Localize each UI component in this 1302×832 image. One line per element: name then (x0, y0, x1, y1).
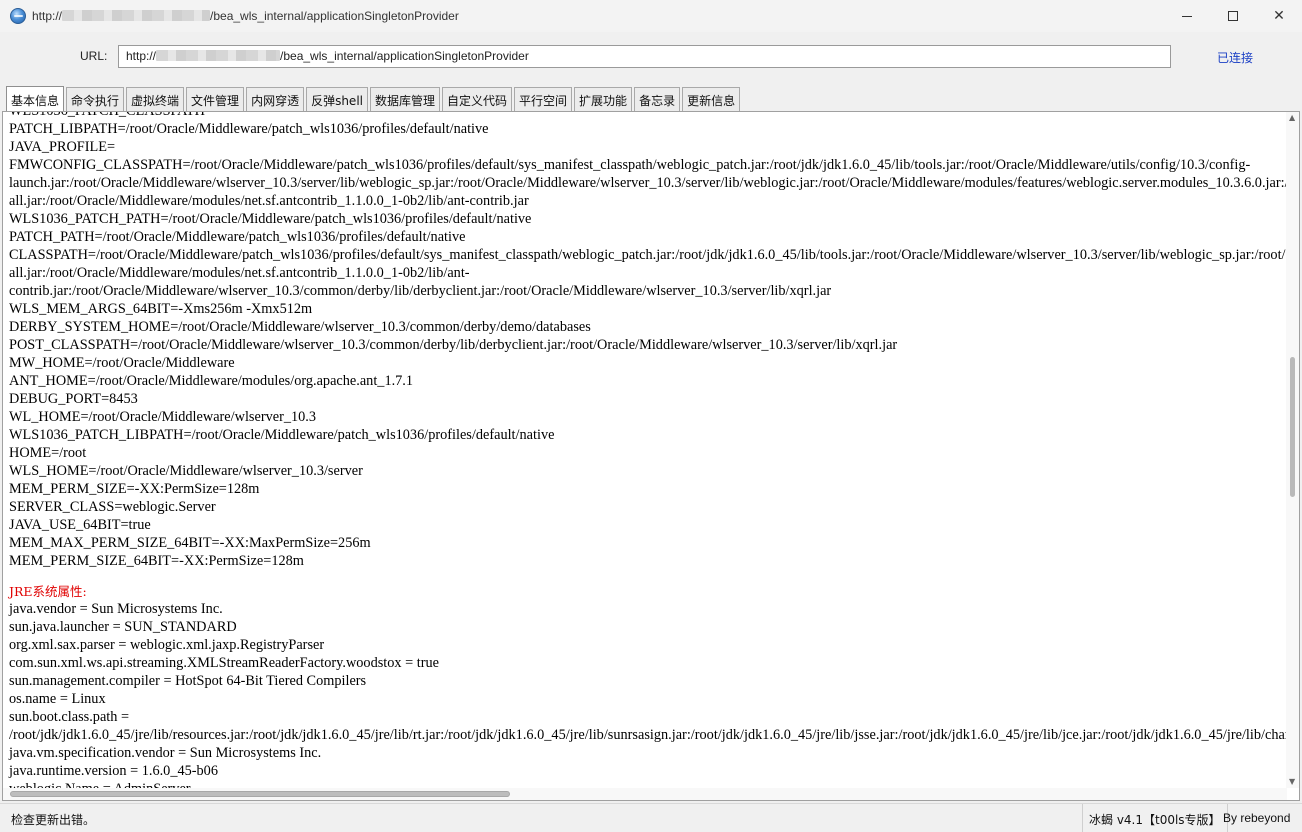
env-line: POST_CLASSPATH=/root/Oracle/Middleware/w… (9, 337, 898, 353)
connection-status: 已连接 (1217, 51, 1254, 65)
env-line: JAVA_USE_64BIT=true (9, 517, 151, 533)
env-line: FMWCONFIG_CLASSPATH=/root/Oracle/Middlew… (9, 157, 1251, 173)
tab-1[interactable]: 命令执行 (66, 87, 125, 111)
env-line: all.jar:/root/Oracle/Middleware/modules/… (9, 193, 529, 209)
jre-line: java.runtime.version = 1.6.0_45-b06 (9, 763, 218, 779)
env-line: MW_HOME=/root/Oracle/Middleware (9, 355, 235, 371)
env-line: ANT_HOME=/root/Oracle/Middleware/modules… (9, 373, 414, 389)
jre-line: java.vm.specification.vendor = Sun Micro… (9, 745, 322, 761)
version-label: 冰蝎 v4.1【t00ls专版】 (1082, 804, 1228, 832)
env-line: HOME=/root (9, 445, 87, 461)
window-title: http:// /bea_wls_internal/applicationSing… (32, 9, 459, 23)
scroll-up-icon[interactable]: ▲ (1289, 114, 1295, 122)
jre-line: java.vendor = Sun Microsystems Inc. (9, 601, 223, 617)
title-bar: http:// /bea_wls_internal/applicationSing… (0, 0, 1302, 32)
env-line: WLS1036_PATCH_LIBPATH=/root/Oracle/Middl… (9, 427, 555, 443)
env-line: PATCH_PATH=/root/Oracle/Middleware/patch… (9, 229, 466, 245)
tab-8[interactable]: 平行空间 (514, 87, 573, 111)
tab-9[interactable]: 扩展功能 (574, 87, 633, 111)
horizontal-scroll-thumb[interactable] (10, 791, 510, 797)
globe-icon (10, 8, 26, 24)
env-line: PATCH_LIBPATH=/root/Oracle/Middleware/pa… (9, 121, 489, 137)
tab-2[interactable]: 虚拟终端 (126, 87, 185, 111)
info-text[interactable]: WLS1036_PATCH_CLASSPATH= PATCH_LIBPATH=/r… (3, 111, 1287, 790)
tab-5[interactable]: 反弹shell (306, 87, 368, 111)
env-line: MEM_MAX_PERM_SIZE_64BIT=-XX:MaxPermSize=… (9, 535, 371, 551)
env-line: DEBUG_PORT=8453 (9, 391, 138, 407)
jre-line: sun.java.launcher = SUN_STANDARD (9, 619, 237, 635)
url-label: URL: (80, 49, 108, 63)
status-bar: 检查更新出错。 冰蝎 v4.1【t00ls专版】 By rebeyond (0, 803, 1302, 832)
close-button[interactable]: ✕ (1256, 0, 1302, 32)
window-title-prefix: http:// (32, 9, 63, 23)
tab-10[interactable]: 备忘录 (634, 87, 681, 111)
close-icon: ✕ (1273, 8, 1285, 24)
minimize-icon (1182, 15, 1192, 17)
env-line: WLS1036_PATCH_PATH=/root/Oracle/Middlewa… (9, 211, 532, 227)
redacted-host (62, 10, 211, 21)
tab-11[interactable]: 更新信息 (682, 87, 741, 111)
jre-line: com.sun.xml.ws.api.streaming.XMLStreamRe… (9, 655, 440, 671)
tab-4[interactable]: 内网穿透 (246, 87, 305, 111)
url-value-prefix: http:// (126, 49, 157, 63)
tab-bar: 基本信息 命令执行 虚拟终端 文件管理 内网穿透 反弹shell 数据库管理 自定义代码 平行空… (0, 82, 1302, 111)
url-input[interactable]: http:// /bea_wls_internal/applicationSing… (118, 45, 1171, 68)
status-message: 检查更新出错。 (11, 813, 96, 827)
jre-line: /root/jdk/jdk1.6.0_45/jre/lib/resources.… (9, 727, 1287, 743)
tab-7[interactable]: 自定义代码 (442, 87, 513, 111)
env-line: WL_HOME=/root/Oracle/Middleware/wlserver… (9, 409, 317, 425)
jre-line: os.name = Linux (9, 691, 106, 707)
env-line: CLASSPATH=/root/Oracle/Middleware/patch_… (9, 247, 1287, 263)
env-line: WLS1036_PATCH_CLASSPATH= (9, 111, 214, 119)
info-panel: WLS1036_PATCH_CLASSPATH= PATCH_LIBPATH=/r… (2, 111, 1300, 801)
env-line: MEM_PERM_SIZE=-XX:PermSize=128m (9, 481, 260, 497)
env-line: MEM_PERM_SIZE_64BIT=-XX:PermSize=128m (9, 553, 304, 569)
author-label: By rebeyond (1223, 811, 1291, 825)
vertical-scrollbar[interactable]: ▲ ▼ (1286, 112, 1299, 788)
window-controls: ✕ (1164, 0, 1302, 32)
tab-6[interactable]: 数据库管理 (370, 87, 441, 111)
tab-0[interactable]: 基本信息 (6, 86, 65, 111)
env-line: launch.jar:/root/Oracle/Middleware/wlser… (9, 175, 1287, 191)
minimize-button[interactable] (1164, 0, 1210, 32)
app-window: http:// /bea_wls_internal/applicationSing… (0, 0, 1302, 832)
jre-line: sun.boot.class.path = (9, 709, 130, 725)
horizontal-scrollbar[interactable] (3, 788, 1287, 800)
url-value-suffix: /bea_wls_internal/applicationSingletonPr… (280, 49, 529, 63)
env-line: JAVA_PROFILE= (9, 139, 116, 155)
env-line: WLS_MEM_ARGS_64BIT=-Xms256m -Xmx512m (9, 301, 313, 317)
url-bar: URL: http:// /bea_wls_internal/applicatio… (0, 32, 1302, 82)
jre-line: sun.management.compiler = HotSpot 64-Bit… (9, 673, 367, 689)
maximize-button[interactable] (1210, 0, 1256, 32)
tab-list: 基本信息 命令执行 虚拟终端 文件管理 内网穿透 反弹shell 数据库管理 自定义代码 平行空… (6, 86, 742, 111)
env-line: contrib.jar:/root/Oracle/Middleware/wlse… (9, 283, 832, 299)
maximize-icon (1228, 11, 1238, 21)
jre-heading: JRE系统属性: (9, 584, 87, 599)
env-line: SERVER_CLASS=weblogic.Server (9, 499, 216, 515)
window-title-suffix: /bea_wls_internal/applicationSingletonPr… (210, 9, 459, 23)
env-line: DERBY_SYSTEM_HOME=/root/Oracle/Middlewar… (9, 319, 591, 335)
env-line: all.jar:/root/Oracle/Middleware/modules/… (9, 265, 470, 281)
tab-3[interactable]: 文件管理 (186, 87, 245, 111)
env-line: WLS_HOME=/root/Oracle/Middleware/wlserve… (9, 463, 363, 479)
scroll-down-icon[interactable]: ▼ (1289, 778, 1295, 786)
vertical-scroll-thumb[interactable] (1290, 357, 1295, 497)
jre-line: org.xml.sax.parser = weblogic.xml.jaxp.R… (9, 637, 325, 653)
redacted-url-host (156, 50, 281, 61)
